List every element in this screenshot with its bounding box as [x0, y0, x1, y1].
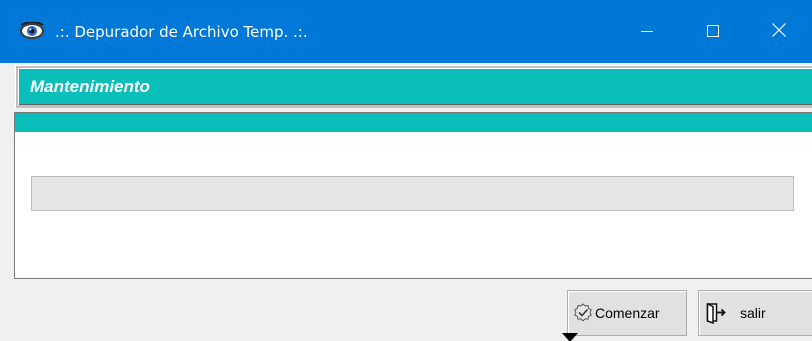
mouse-cursor — [562, 333, 578, 341]
header-panel: Mantenimiento — [15, 65, 812, 108]
exit-door-icon — [706, 302, 726, 325]
header-band: Mantenimiento — [18, 68, 812, 105]
minimize-icon — [641, 22, 653, 41]
app-window: .:. Depurador de Archivo Temp. .:. Mante… — [0, 0, 812, 341]
progress-bar — [31, 176, 794, 211]
exit-button-label: salir — [740, 305, 766, 321]
start-button[interactable]: Comenzar — [567, 290, 687, 336]
check-badge-icon — [573, 303, 593, 323]
title-bar[interactable]: .:. Depurador de Archivo Temp. .:. — [0, 0, 812, 63]
eye-icon — [19, 21, 45, 40]
maximize-button[interactable] — [680, 0, 746, 63]
section-title: Mantenimiento — [30, 77, 150, 96]
close-button[interactable] — [746, 0, 812, 63]
maximize-icon — [707, 22, 719, 41]
start-button-label: Comenzar — [595, 305, 660, 321]
minimize-button[interactable] — [614, 0, 680, 63]
main-panel — [14, 112, 812, 279]
window-title: .:. Depurador de Archivo Temp. .:. — [55, 23, 308, 41]
exit-button[interactable]: salir — [698, 290, 812, 336]
close-icon — [772, 22, 786, 41]
accent-strip — [15, 113, 812, 132]
